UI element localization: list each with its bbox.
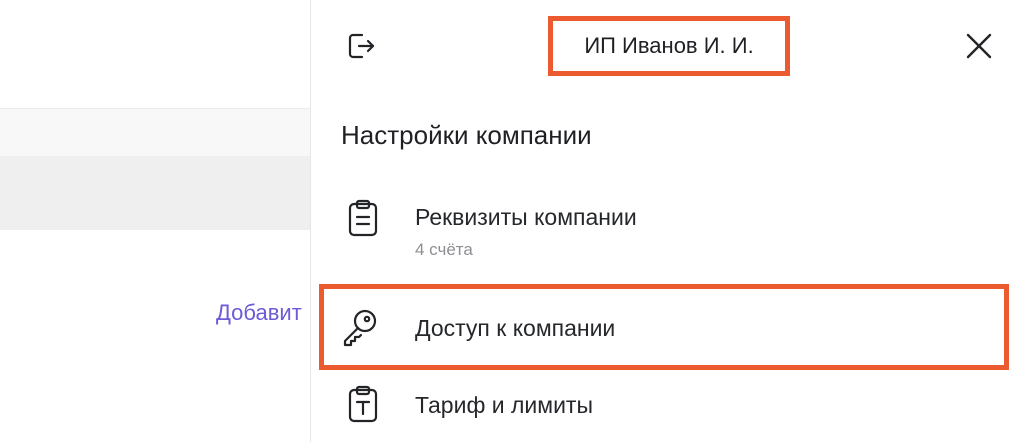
company-settings-drawer: ИП Иванов И. И. Настройки компании Рекви… <box>310 0 1028 442</box>
menu-item-label: Тариф и лимиты <box>415 392 593 418</box>
logout-icon <box>348 33 375 59</box>
background-add-link[interactable]: Добавит <box>216 300 310 326</box>
background-row <box>0 109 310 156</box>
clipboard-t-icon <box>343 384 383 424</box>
menu-item-tariff[interactable]: Тариф и лимиты <box>319 384 1009 434</box>
logout-button[interactable] <box>341 26 381 66</box>
menu-item-access[interactable]: Доступ к компании <box>319 284 1009 370</box>
section-title: Настройки компании <box>341 120 592 150</box>
background-selected-row <box>0 156 310 230</box>
menu-item-requisites[interactable]: Реквизиты компании 4 счёта <box>319 190 1009 270</box>
company-name[interactable]: ИП Иванов И. И. <box>548 16 790 76</box>
close-icon <box>966 33 992 59</box>
menu-item-label: Доступ к компании <box>415 315 616 341</box>
menu-item-label: Реквизиты компании <box>415 204 637 230</box>
close-button[interactable] <box>959 26 999 66</box>
menu-item-sublabel: 4 счёта <box>415 240 473 259</box>
background-page: Добавит <box>0 0 310 442</box>
key-icon <box>340 307 380 347</box>
clipboard-list-icon <box>343 198 383 238</box>
background-topbar <box>0 0 310 109</box>
